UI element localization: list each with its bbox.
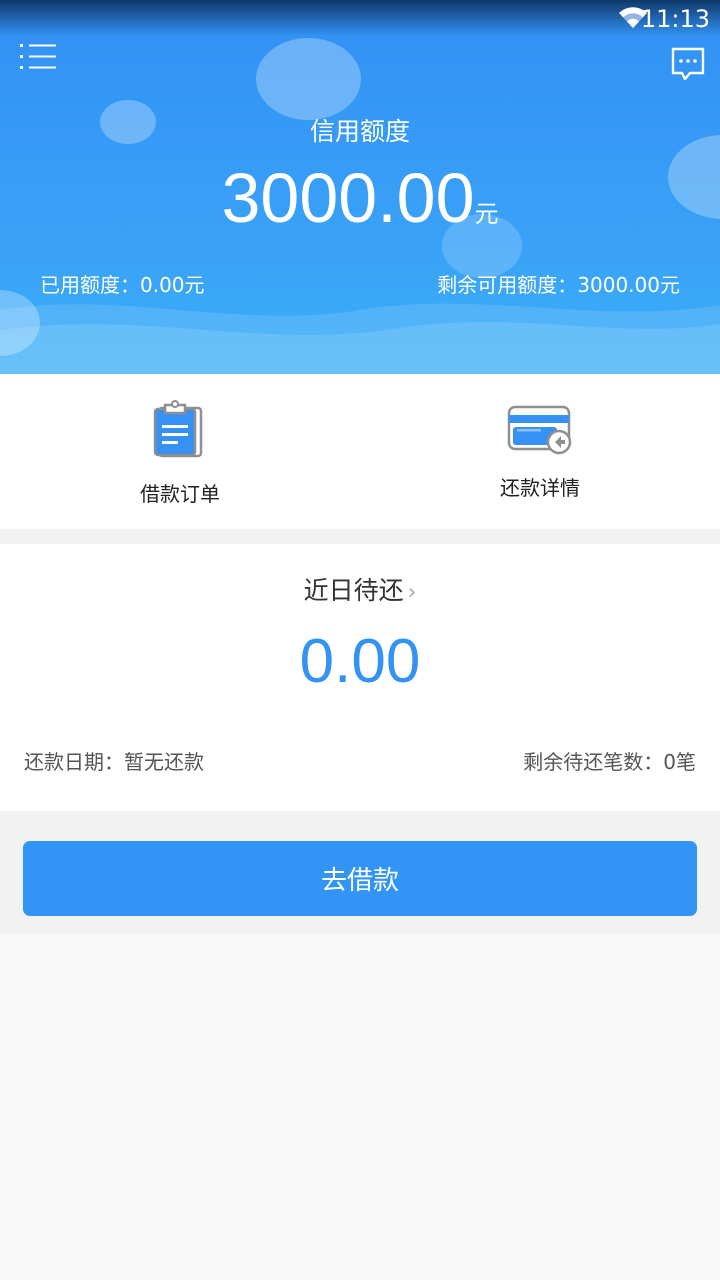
section-divider xyxy=(0,529,720,544)
card-repay-icon xyxy=(507,405,572,455)
shortcut-panel: 借款订单 还款详情 xyxy=(0,374,720,529)
remaining-credit: 剩余可用额度：3000.00元 xyxy=(437,273,680,297)
credit-title: 信用额度 xyxy=(309,117,410,146)
loan-orders-shortcut[interactable]: 借款订单 xyxy=(0,374,360,529)
clipboard-icon xyxy=(153,400,203,458)
credit-amount-value: 3000.00 xyxy=(221,159,475,237)
credit-amount: 3000.00元 xyxy=(0,158,720,238)
status-bar: 11:13 xyxy=(0,0,720,36)
recent-due-amount: 0.00 xyxy=(299,627,421,696)
repay-details-label: 还款详情 xyxy=(500,476,580,500)
repay-details-shortcut[interactable]: 还款详情 xyxy=(360,374,720,529)
remaining-repay-count: 剩余待还笔数：0笔 xyxy=(523,750,696,774)
repay-date: 还款日期：暂无还款 xyxy=(24,750,204,774)
chevron-right-icon: › xyxy=(407,580,417,605)
credit-amount-unit: 元 xyxy=(474,200,499,228)
credit-header: 11:13 信用额度 3000.00元 已用额度：0.00元 剩余可用额度：30… xyxy=(0,0,720,374)
recent-due-title-text: 近日待还 xyxy=(303,576,404,605)
borrow-button[interactable]: 去借款 xyxy=(23,841,697,916)
menu-icon[interactable] xyxy=(20,42,58,72)
decor-bubble xyxy=(256,38,361,120)
loan-orders-label: 借款订单 xyxy=(140,482,220,506)
recent-due-title[interactable]: 近日待还 › xyxy=(0,571,720,607)
used-credit: 已用额度：0.00元 xyxy=(40,273,205,297)
recent-due-card: 近日待还 › 0.00 还款日期：暂无还款 剩余待还笔数：0笔 xyxy=(0,544,720,811)
status-time: 11:13 xyxy=(640,5,710,33)
action-area: 去借款 xyxy=(0,811,720,934)
message-icon[interactable] xyxy=(670,46,706,82)
